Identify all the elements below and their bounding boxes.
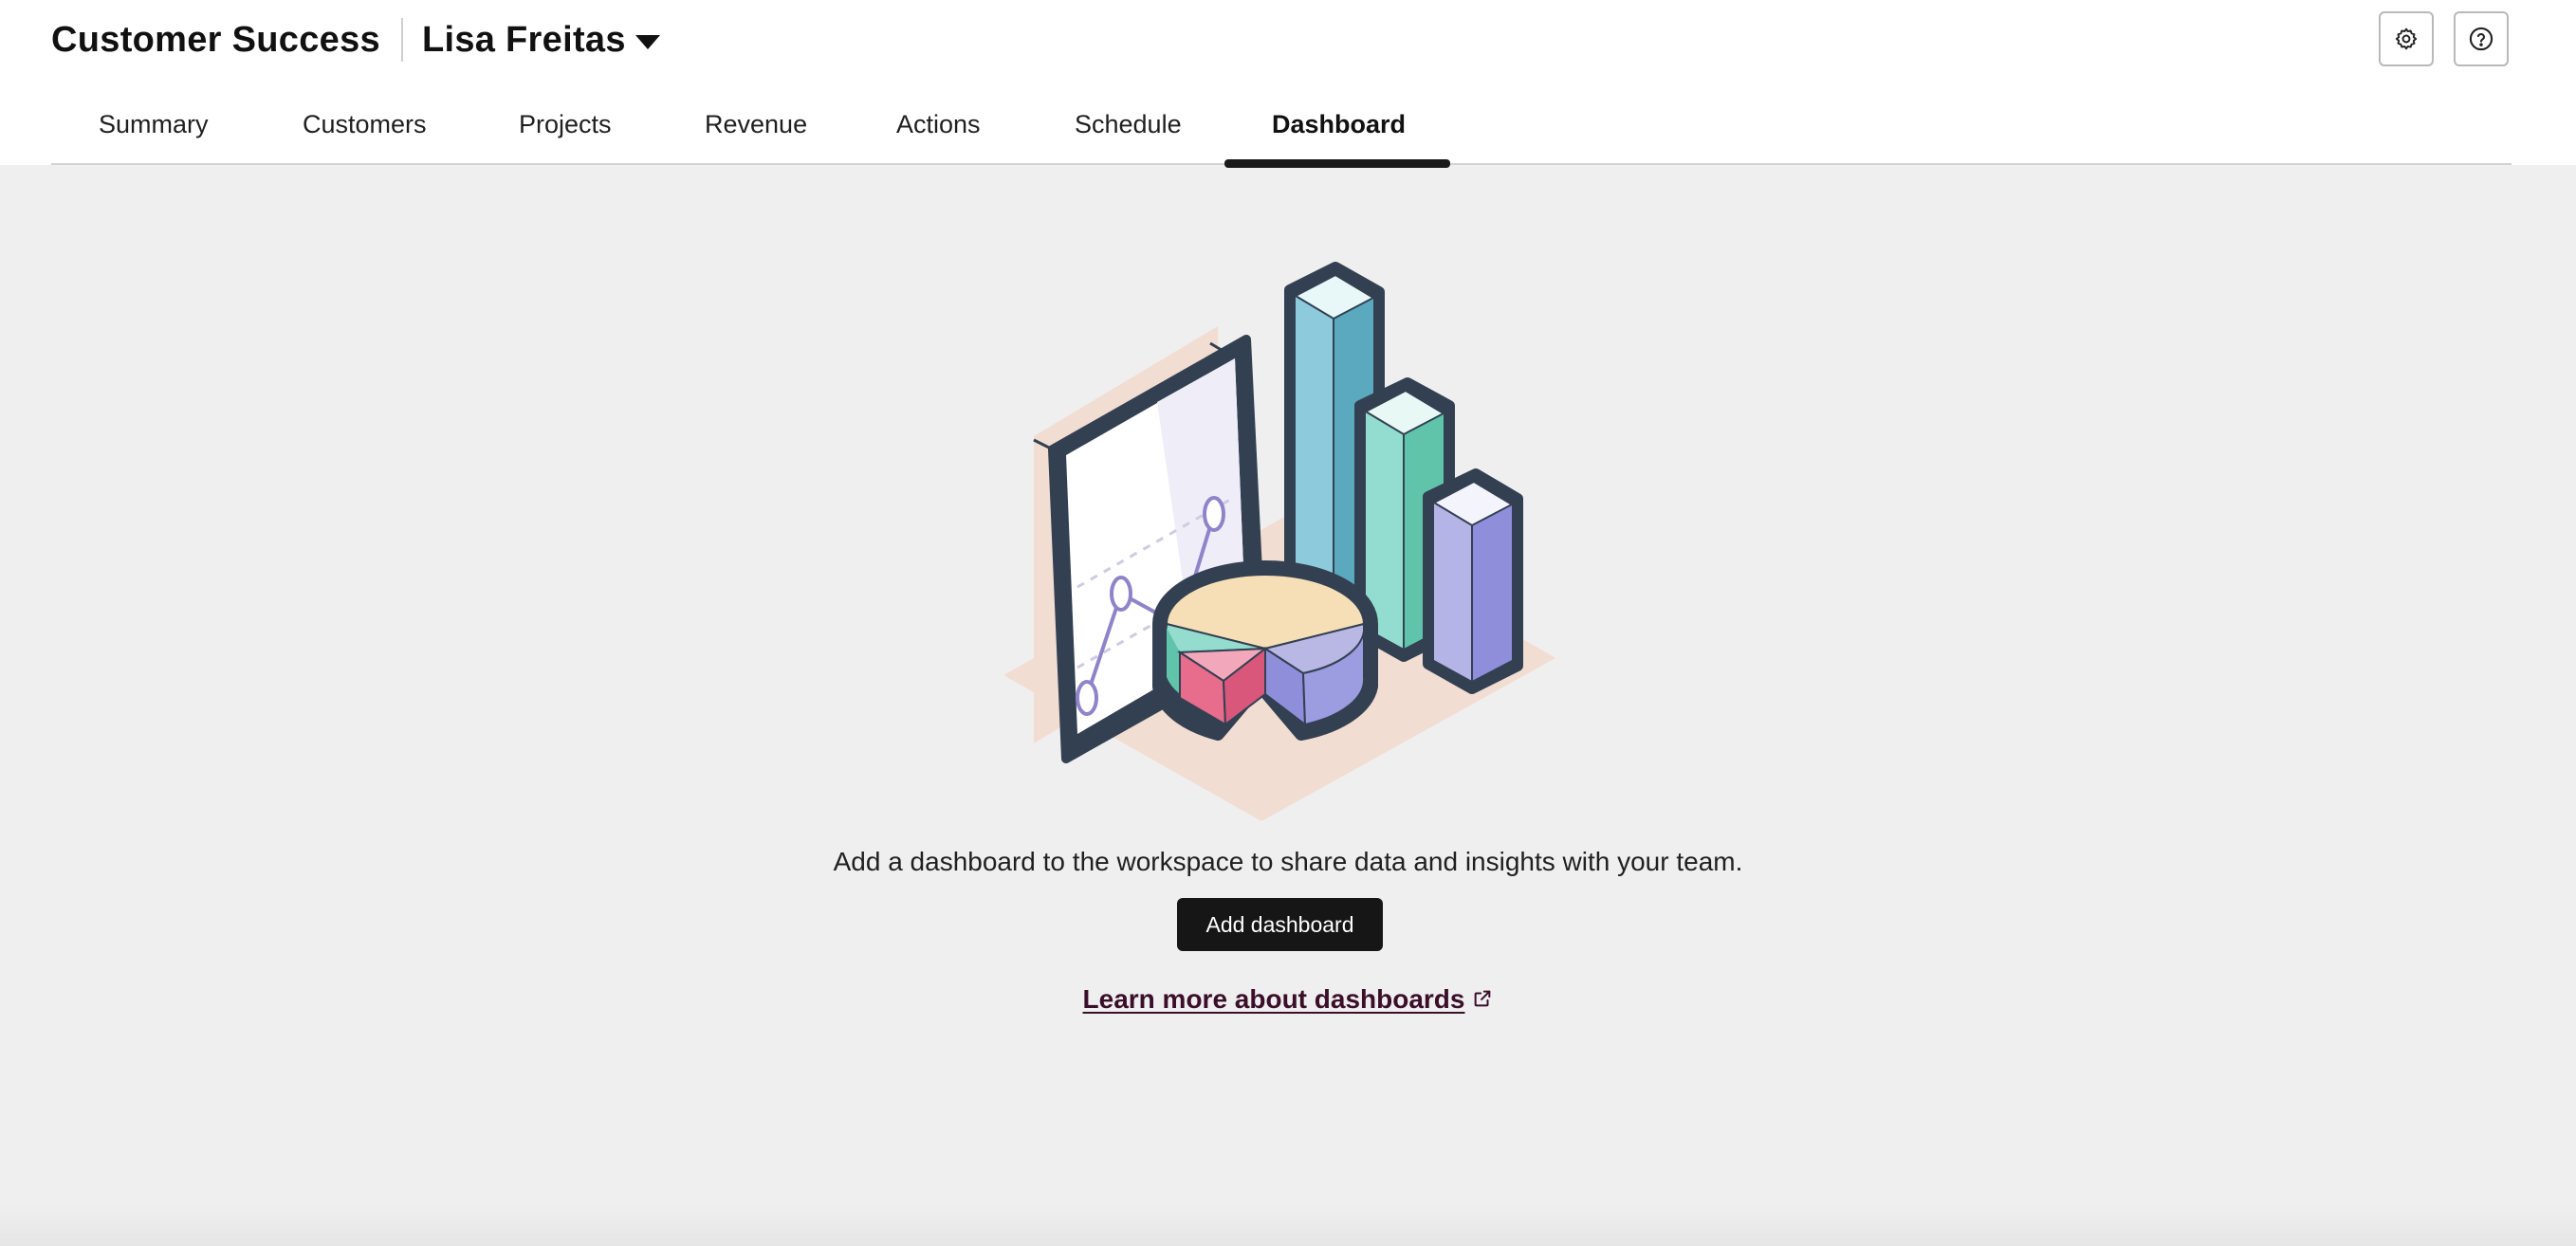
empty-state-message: Add a dashboard to the workspace to shar… (833, 847, 1743, 876)
tab-dashboard[interactable]: Dashboard (1272, 87, 1406, 163)
tab-schedule[interactable]: Schedule (1075, 87, 1182, 163)
app-header: Customer Success Lisa Freitas Summary Cu… (0, 0, 2576, 168)
help-button[interactable] (2454, 11, 2509, 66)
question-circle-icon (2469, 27, 2493, 51)
settings-button[interactable] (2379, 11, 2434, 66)
owner-dropdown[interactable]: Lisa Freitas (422, 20, 660, 61)
page-title: Customer Success (51, 19, 380, 60)
tab-summary[interactable]: Summary (99, 87, 209, 163)
gear-icon (2395, 27, 2418, 50)
caret-down-icon (635, 34, 660, 49)
tab-actions[interactable]: Actions (896, 87, 981, 163)
empty-state: Add a dashboard to the workspace to shar… (0, 165, 2576, 1246)
owner-name: Lisa Freitas (421, 19, 626, 60)
tab-bar: Summary Customers Projects Revenue Actio… (51, 87, 2512, 168)
title-row: Customer Success Lisa Freitas (51, 13, 660, 66)
learn-more-link-text[interactable]: Learn more about dashboards (1083, 984, 1465, 1014)
dashboard-illustration (1003, 262, 1555, 821)
bottom-shade (0, 1204, 2576, 1246)
learn-more-link[interactable]: Learn more about dashboards (0, 984, 2576, 1015)
external-link-icon (1475, 990, 1491, 1006)
tab-customers[interactable]: Customers (303, 87, 427, 163)
tab-projects[interactable]: Projects (519, 87, 612, 163)
add-dashboard-button[interactable]: Add dashboard (1177, 898, 1383, 951)
title-divider (400, 18, 403, 62)
tab-revenue[interactable]: Revenue (705, 87, 807, 163)
